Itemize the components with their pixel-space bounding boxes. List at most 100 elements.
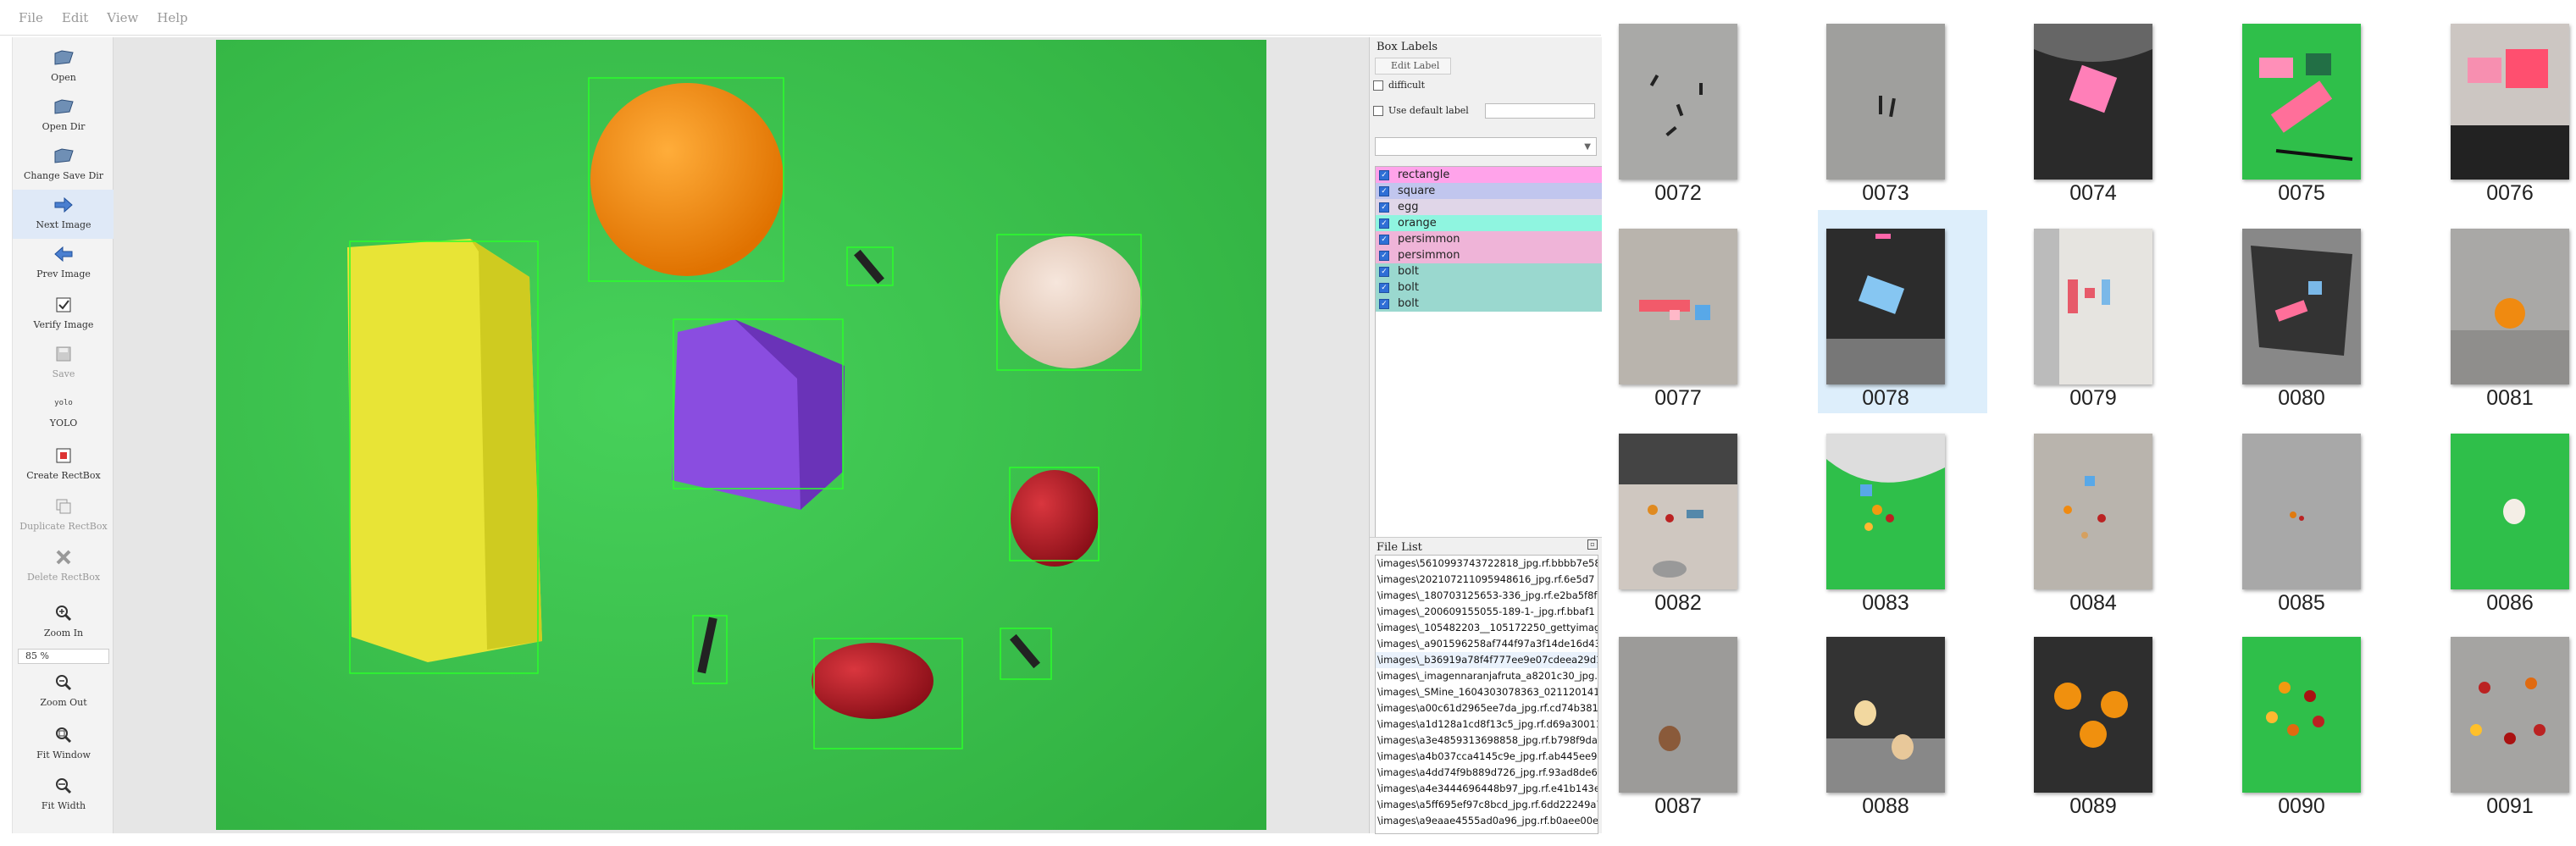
prev-image-button[interactable]: Prev Image xyxy=(13,239,114,288)
label-list-item-text: square xyxy=(1398,185,1436,197)
file-list-item[interactable]: \images\_180703125653-336_jpg.rf.e2ba5f8… xyxy=(1376,588,1598,604)
label-list-item-text: persimmon xyxy=(1398,233,1460,246)
save-button[interactable]: Save xyxy=(13,339,114,388)
label-list-item-text: rectangle xyxy=(1398,169,1450,181)
label-list-item[interactable]: ✓ egg xyxy=(1376,199,1603,215)
checkmark-icon[interactable]: ✓ xyxy=(1379,185,1389,196)
checkmark-icon[interactable]: ✓ xyxy=(1379,169,1389,180)
checkmark-icon[interactable]: ✓ xyxy=(1379,282,1389,293)
thumbnail-image xyxy=(1619,24,1737,180)
file-list-item[interactable]: \images\_105482203__105172250_gettyimage xyxy=(1376,620,1598,636)
thumbnail-item[interactable]: 0088 xyxy=(1818,618,1987,821)
format-yolo-button[interactable]: yolo YOLO xyxy=(13,388,114,437)
checkmark-icon[interactable]: ✓ xyxy=(1379,218,1389,229)
open-dir-button[interactable]: Open Dir xyxy=(13,91,114,141)
file-list-item[interactable]: \images\_SMine_1604303078363_0211201411 xyxy=(1376,684,1598,700)
label-list-item[interactable]: ✓ orange xyxy=(1376,215,1603,231)
file-list-item[interactable]: \images\5610993743722818_jpg.rf.bbbb7e58 xyxy=(1376,556,1598,572)
thumbnail-item[interactable]: 0087 xyxy=(1610,618,1780,821)
file-list-item[interactable]: \images\a5ff695ef97c8bcd_jpg.rf.6dd22249… xyxy=(1376,797,1598,813)
menu-view[interactable]: View xyxy=(107,10,138,25)
thumbnail-item[interactable]: 0079 xyxy=(2025,210,2195,413)
labelimg-app: File Edit View Help Open Open Dir Change… xyxy=(0,0,2576,846)
label-list-item[interactable]: ✓ persimmon xyxy=(1376,247,1603,263)
next-image-button[interactable]: Next Image xyxy=(13,190,114,239)
menu-help[interactable]: Help xyxy=(157,10,187,25)
thumbnail-item[interactable]: 0091 xyxy=(2442,618,2576,821)
checkmark-icon[interactable]: ✓ xyxy=(1379,202,1389,213)
fit-window-button[interactable]: Fit Window xyxy=(13,720,114,769)
label-list-item[interactable]: ✓ persimmon xyxy=(1376,231,1603,247)
label-list-item-text: bolt xyxy=(1398,281,1419,294)
thumbnail-image xyxy=(2034,434,2152,589)
folder-icon xyxy=(52,96,75,118)
checkmark-icon[interactable]: ✓ xyxy=(1379,266,1389,277)
duplicate-rectbox-button[interactable]: Duplicate RectBox xyxy=(13,491,114,540)
file-list-item[interactable]: \images\a4b037cca4145c9e_jpg.rf.ab445ee9… xyxy=(1376,749,1598,765)
label-list-item[interactable]: ✓ square xyxy=(1376,183,1603,199)
label-combo-box[interactable]: ▼ xyxy=(1375,137,1597,156)
thumbnail-caption: 0082 xyxy=(1654,591,1702,615)
thumbnail-item[interactable]: 0085 xyxy=(2234,415,2403,618)
checkmark-icon[interactable]: ✓ xyxy=(1379,250,1389,261)
file-list-item[interactable]: \images\_200609155055-189-1-_jpg.rf.bbaf… xyxy=(1376,604,1598,620)
label-list-item[interactable]: ✓ bolt xyxy=(1376,263,1603,279)
default-label-input[interactable] xyxy=(1485,103,1595,119)
verify-image-button[interactable]: Verify Image xyxy=(13,290,114,339)
file-list-item[interactable]: \images\a3e4859313698858_jpg.rf.b798f9da xyxy=(1376,733,1598,749)
annotated-image[interactable] xyxy=(216,40,1266,830)
thumbnail-item[interactable]: 0081 xyxy=(2442,210,2576,413)
edit-label-button[interactable]: Edit Label xyxy=(1375,58,1451,75)
fit-width-button[interactable]: Fit Width xyxy=(13,771,114,820)
file-list-item[interactable]: \images\202107211095948616_jpg.rf.6e5d7 xyxy=(1376,572,1598,588)
thumbnail-item[interactable]: 0090 xyxy=(2234,618,2403,821)
thumbnail-item[interactable]: 0076 xyxy=(2442,5,2576,208)
folder-icon xyxy=(52,145,75,167)
file-list-item[interactable]: \images\a1d128a1cd8f13c5_jpg.rf.d69a3001… xyxy=(1376,716,1598,733)
thumbnail-item[interactable]: 0082 xyxy=(1610,415,1780,618)
change-save-dir-button[interactable]: Change Save Dir xyxy=(13,141,114,190)
thumbnail-item[interactable]: 0073 xyxy=(1818,5,1987,208)
checkmark-icon[interactable]: ✓ xyxy=(1379,298,1389,309)
label-list-item-text: egg xyxy=(1398,201,1419,213)
delete-rectbox-button[interactable]: Delete RectBox xyxy=(13,542,114,591)
thumbnail-item[interactable]: 0077 xyxy=(1610,210,1780,413)
file-list-item[interactable]: \images\a4e3444696448b97_jpg.rf.e41b143e xyxy=(1376,781,1598,797)
file-list-item[interactable]: \images\_imagennaranjafruta_a8201c30_jpg… xyxy=(1376,668,1598,684)
menu-edit[interactable]: Edit xyxy=(62,10,88,25)
thumbnail-image xyxy=(1619,229,1737,384)
file-list-item[interactable]: \images\_b36919a78f4f777ee9e07cdeea29d1 xyxy=(1376,652,1598,668)
thumbnail-item[interactable]: 0074 xyxy=(2025,5,2195,208)
duplicate-rectbox-label: Duplicate RectBox xyxy=(19,521,108,532)
menu-file[interactable]: File xyxy=(19,10,43,25)
thumbnail-item[interactable]: 0075 xyxy=(2234,5,2403,208)
thumbnail-caption: 0074 xyxy=(2069,181,2117,205)
file-list-item[interactable]: \images\a9eaae4555ad0a96_jpg.rf.b0aee00e xyxy=(1376,813,1598,829)
file-list-item[interactable]: \images\_a901596258af744f97a3f14de16d43 xyxy=(1376,636,1598,652)
thumbnail-item[interactable]: 0084 xyxy=(2025,415,2195,618)
thumbnail-item[interactable]: 0080 xyxy=(2234,210,2403,413)
open-button[interactable]: Open xyxy=(13,42,114,91)
thumbnail-item[interactable]: 0072 xyxy=(1610,5,1780,208)
create-rectbox-button[interactable]: Create RectBox xyxy=(13,440,114,489)
file-list-item[interactable]: \images\a4dd74f9b889d726_jpg.rf.93ad8de6 xyxy=(1376,765,1598,781)
dock-float-icon[interactable]: ▫ xyxy=(1587,539,1598,550)
label-list-item[interactable]: ✓ bolt xyxy=(1376,279,1603,296)
checkmark-icon[interactable]: ✓ xyxy=(1379,234,1389,245)
label-list-item[interactable]: ✓ rectangle xyxy=(1376,167,1603,183)
thumbnail-item[interactable]: 0078 xyxy=(1818,210,1987,413)
label-list-item[interactable]: ✓ bolt xyxy=(1376,296,1603,312)
file-list-item[interactable]: \images\a00c61d2965ee7da_jpg.rf.cd74b381 xyxy=(1376,700,1598,716)
thumbnail-item[interactable]: 0086 xyxy=(2442,415,2576,618)
use-default-label-checkbox[interactable]: Use default label xyxy=(1373,105,1469,116)
use-default-label-text: Use default label xyxy=(1388,105,1469,116)
zoom-out-button[interactable]: Zoom Out xyxy=(13,667,114,716)
thumbnail-caption: 0084 xyxy=(2069,591,2117,615)
thumbnail-item[interactable]: 0089 xyxy=(2025,618,2195,821)
zoom-in-button[interactable]: Zoom In xyxy=(13,598,114,647)
difficult-checkbox[interactable]: difficult xyxy=(1373,80,1425,91)
zoom-value-field[interactable]: 85 % xyxy=(18,649,109,664)
yellow-rectangle-object xyxy=(347,239,542,662)
thumbnail-caption: 0087 xyxy=(1654,794,1702,818)
thumbnail-item[interactable]: 0083 xyxy=(1818,415,1987,618)
